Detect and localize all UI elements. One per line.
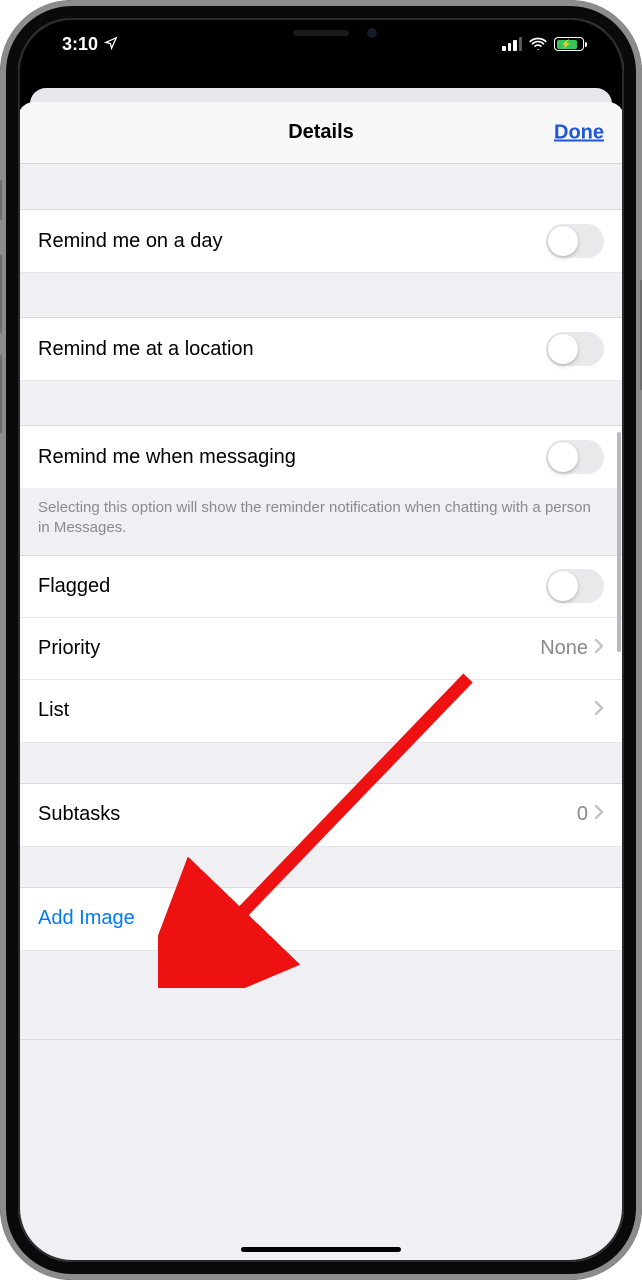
navbar: Details Done <box>18 102 624 164</box>
section-gap <box>18 272 624 318</box>
front-camera <box>367 28 377 38</box>
remind-day-toggle[interactable] <box>546 224 604 258</box>
remind-day-label: Remind me on a day <box>38 230 546 253</box>
location-icon <box>104 34 118 55</box>
volume-up-button <box>0 255 2 333</box>
remind-messaging-row[interactable]: Remind me when messaging <box>18 426 624 488</box>
mute-switch <box>0 180 2 220</box>
list-row[interactable]: List <box>18 680 624 742</box>
remind-messaging-label: Remind me when messaging <box>38 446 546 469</box>
home-indicator[interactable] <box>241 1247 401 1252</box>
chevron-right-icon <box>594 700 604 721</box>
subtasks-value: 0 <box>577 803 588 826</box>
screen: 3:10 ⚡ Details <box>18 18 624 1262</box>
volume-down-button <box>0 355 2 433</box>
page-title: Details <box>288 121 354 144</box>
content: Remind me on a day Remind me at a locati… <box>18 164 624 1262</box>
remind-location-row[interactable]: Remind me at a location <box>18 318 624 380</box>
priority-value: None <box>540 637 588 660</box>
notch <box>196 18 446 54</box>
priority-label: Priority <box>38 637 540 660</box>
chevron-right-icon <box>594 638 604 659</box>
remind-messaging-toggle[interactable] <box>546 440 604 474</box>
messaging-footnote: Selecting this option will show the remi… <box>18 488 624 556</box>
subtasks-row[interactable]: Subtasks 0 <box>18 784 624 846</box>
scrollbar[interactable] <box>617 432 621 652</box>
remind-day-row[interactable]: Remind me on a day <box>18 210 624 272</box>
section-gap <box>18 742 624 784</box>
chevron-right-icon <box>594 804 604 825</box>
add-image-row[interactable]: Add Image <box>18 888 624 950</box>
status-time: 3:10 <box>62 34 98 55</box>
priority-row[interactable]: Priority None <box>18 618 624 680</box>
section-gap <box>18 164 624 210</box>
section-gap <box>18 380 624 426</box>
wifi-icon <box>528 34 548 55</box>
add-image-label: Add Image <box>38 907 604 930</box>
flagged-toggle[interactable] <box>546 569 604 603</box>
section-gap <box>18 846 624 888</box>
done-button[interactable]: Done <box>554 121 604 144</box>
subtasks-label: Subtasks <box>38 803 577 826</box>
flagged-row[interactable]: Flagged <box>18 556 624 618</box>
remind-location-label: Remind me at a location <box>38 338 546 361</box>
cellular-signal-icon <box>502 37 522 51</box>
list-label: List <box>38 699 594 722</box>
battery-icon: ⚡ <box>554 37 584 51</box>
remind-location-toggle[interactable] <box>546 332 604 366</box>
details-sheet: Details Done Remind me on a day Remind m… <box>18 102 624 1262</box>
section-gap <box>18 950 624 1040</box>
flagged-label: Flagged <box>38 575 546 598</box>
speaker-grille <box>293 30 349 36</box>
